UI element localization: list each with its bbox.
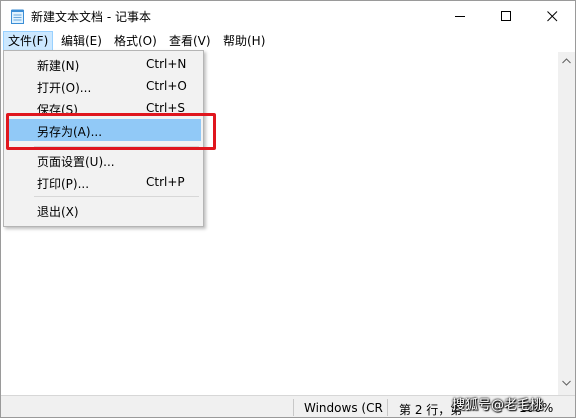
menu-item-page-setup[interactable]: 页面设置(U)... [6,149,201,171]
menu-item-shortcut: Ctrl+N [146,57,187,71]
minimize-button[interactable] [437,1,483,32]
menu-item-open[interactable]: 打开(O)... Ctrl+O [6,75,201,97]
menu-item-new[interactable]: 新建(N) Ctrl+N [6,53,201,75]
status-encoding: Windows (CR [304,401,383,415]
watermark-text: 搜狐号@老毛桃 [452,398,544,413]
menu-view[interactable]: 查看(V) [164,32,216,51]
menu-item-shortcut: Ctrl+P [146,175,185,189]
menu-item-exit[interactable]: 退出(X) [6,199,201,221]
maximize-icon [501,11,511,21]
menu-item-label: 打开(O)... [37,81,92,95]
annotation-highlight-box [6,113,216,150]
menu-bar: 文件(F) 编辑(E) 格式(O) 查看(V) 帮助(H) [1,31,575,52]
maximize-button[interactable] [483,1,529,32]
title-bar[interactable]: 新建文本文档 - 记事本 [1,1,575,32]
menu-item-label: 退出(X) [37,205,79,219]
menu-help[interactable]: 帮助(H) [218,32,270,51]
status-divider [293,399,294,416]
menu-item-label: 新建(N) [37,59,80,73]
menu-item-label: 打印(P)... [37,177,90,191]
menu-item-label: 页面设置(U)... [37,155,115,169]
notepad-icon [11,9,24,24]
menu-separator [34,196,199,197]
minimize-icon [455,16,465,17]
menu-item-shortcut: Ctrl+O [146,79,187,93]
vertical-scrollbar[interactable] [558,52,575,395]
menu-format[interactable]: 格式(O) [109,32,162,51]
scroll-up-arrow-icon[interactable] [562,58,571,64]
close-icon [547,11,558,22]
menu-item-print[interactable]: 打印(P)... Ctrl+P [6,171,201,193]
menu-file[interactable]: 文件(F) [3,31,54,52]
status-divider [387,399,388,416]
scroll-down-arrow-icon[interactable] [562,380,571,386]
window-title: 新建文本文档 - 记事本 [31,10,151,24]
close-button[interactable] [529,1,575,32]
menu-edit[interactable]: 编辑(E) [56,32,107,51]
